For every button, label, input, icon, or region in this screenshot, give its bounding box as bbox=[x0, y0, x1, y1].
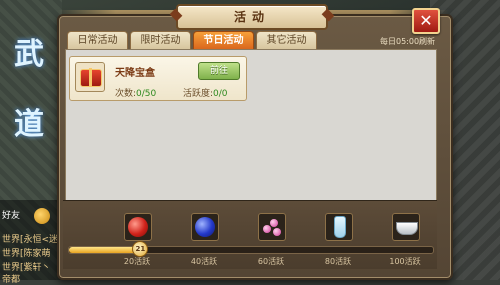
window-title: 活动 bbox=[233, 10, 270, 24]
reward-threshold-label: 20活跃 bbox=[123, 257, 151, 266]
reward-chest-40[interactable] bbox=[191, 213, 219, 241]
liveness-count: 活跃度:0/0 bbox=[183, 86, 228, 99]
tab-daily[interactable]: 日常活动 bbox=[67, 31, 128, 50]
reward-threshold-label: 60活跃 bbox=[257, 257, 285, 266]
chat-line: 帝都 bbox=[2, 275, 21, 285]
activity-list-area: 天降宝盒 前往 次数:0/50 活跃度:0/0 bbox=[65, 49, 437, 201]
refresh-note: 每日05:00刷新 bbox=[380, 37, 436, 46]
reward-chest-80[interactable] bbox=[325, 213, 353, 241]
liveness-progress-fill bbox=[69, 247, 140, 253]
attempt-count: 次数:0/50 bbox=[115, 86, 156, 99]
sidebar-label-friends[interactable]: 好友 bbox=[2, 208, 60, 221]
tab-limited[interactable]: 限时活动 bbox=[130, 31, 191, 50]
tab-other[interactable]: 其它活动 bbox=[256, 31, 317, 50]
red-orb-icon bbox=[128, 217, 148, 237]
window-title-plate: 活动 bbox=[176, 4, 328, 30]
activity-icon-frame bbox=[75, 62, 105, 92]
pink-gems-icon bbox=[262, 217, 282, 237]
liveness-label: 活跃度: bbox=[183, 89, 214, 99]
close-button[interactable]: ✕ bbox=[412, 8, 440, 34]
reward-threshold-label: 100活跃 bbox=[389, 257, 421, 266]
reward-threshold-label: 80活跃 bbox=[324, 257, 352, 266]
liveness-progress-bar: 21 bbox=[68, 241, 434, 257]
liveness-value: 0/0 bbox=[213, 89, 228, 99]
silver-ingot-icon bbox=[396, 222, 418, 235]
potion-bottle-icon bbox=[334, 216, 346, 238]
attempt-count-label: 次数: bbox=[115, 89, 137, 99]
reward-chest-60[interactable] bbox=[258, 213, 286, 241]
goto-button[interactable]: 前往 bbox=[198, 62, 240, 80]
attempt-count-value: 0/50 bbox=[136, 89, 157, 99]
activity-name: 天降宝盒 bbox=[115, 68, 155, 79]
gift-box-icon bbox=[80, 68, 102, 87]
reward-chest-100[interactable] bbox=[392, 213, 420, 241]
chat-line: 世界[陈家萌 bbox=[2, 249, 51, 259]
reward-threshold-label: 40活跃 bbox=[190, 257, 218, 266]
tab-festival[interactable]: 节日活动 bbox=[193, 31, 254, 50]
reward-chest-20[interactable] bbox=[124, 213, 152, 241]
blue-orb-icon bbox=[195, 217, 215, 237]
game-logo: 武道 bbox=[14, 37, 44, 142]
activity-card[interactable]: 天降宝盒 前往 次数:0/50 活跃度:0/0 bbox=[69, 56, 247, 101]
chat-line: 世界[永恒<迷 bbox=[2, 235, 59, 245]
